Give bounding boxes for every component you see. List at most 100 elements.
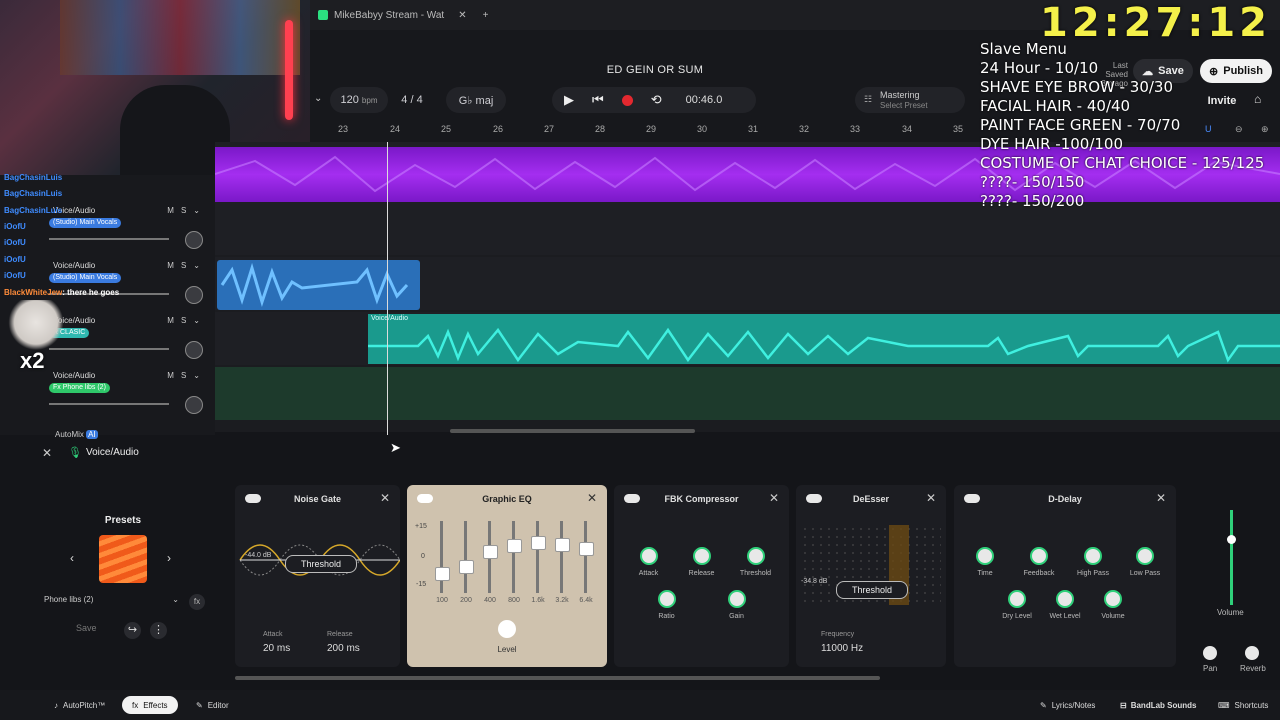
d-delay-card[interactable]: D-Delay ✕ Time Feedback High Pass Low Pa… <box>954 485 1176 667</box>
collapse-chevron-icon[interactable]: ⌄ <box>314 93 322 104</box>
ruler-mark: 25 <box>441 124 452 134</box>
noise-gate-card[interactable]: Noise Gate ✕ -44.0 dB Threshold Attack 2… <box>235 485 400 667</box>
time-signature[interactable]: 4 / 4 <box>394 87 430 113</box>
close-icon[interactable]: ✕ <box>380 491 390 505</box>
close-icon[interactable]: ✕ <box>926 491 936 505</box>
project-title[interactable]: ED GEIN OR SUM <box>560 64 750 76</box>
eq-band-handle[interactable] <box>531 535 546 550</box>
new-tab-button[interactable]: + <box>483 10 489 21</box>
ruler-mark: 31 <box>748 124 759 134</box>
effects-button[interactable]: fx Effects <box>122 696 178 714</box>
eq-band-slider[interactable] <box>536 521 539 593</box>
autopitch-button[interactable]: ♪ AutoPitch™ <box>44 696 115 714</box>
eq-band-label: 3.2k <box>555 597 569 604</box>
automix-row[interactable]: AutoMix AI <box>55 430 98 439</box>
release-value[interactable]: 200 ms <box>327 643 360 654</box>
tab-close-icon[interactable]: ✕ <box>458 10 466 21</box>
next-preset-icon[interactable]: › <box>167 551 171 565</box>
loop-icon[interactable]: ⟲ <box>651 92 662 108</box>
chat-message: BagChasinLuis <box>4 173 62 182</box>
eq-band-slider[interactable] <box>440 521 443 593</box>
shortcuts-button[interactable]: ⌨ Shortcuts <box>1208 696 1278 714</box>
eq-band-handle[interactable] <box>435 566 450 581</box>
knob-label: Low Pass <box>1129 570 1161 577</box>
solo-button[interactable]: S <box>181 371 193 380</box>
audio-region-green[interactable] <box>215 367 1280 420</box>
record-button[interactable] <box>621 94 633 106</box>
deesser-title: DeEsser <box>852 494 890 504</box>
preset-thumbnail[interactable] <box>99 535 147 583</box>
more-icon[interactable]: ⋮ <box>150 622 167 639</box>
low-pass-knob[interactable]: Low Pass <box>1034 547 1256 577</box>
timeline-scrollbar[interactable] <box>450 429 695 433</box>
chat-overlay: BagChasinLuis BagChasinLuis BagChasinLui… <box>0 170 215 310</box>
chat-user: BlackWhiteJew <box>4 288 63 297</box>
fx-bypass-icon[interactable]: fx <box>189 594 205 610</box>
level-knob[interactable] <box>498 620 516 638</box>
frequency-value[interactable]: 11000 Hz <box>821 643 863 654</box>
audio-region-blue[interactable] <box>217 260 420 310</box>
track-name: Voice/Audio <box>53 371 96 380</box>
playhead[interactable] <box>387 142 388 435</box>
volume-knob[interactable]: Volume <box>1002 590 1224 620</box>
audio-region-teal[interactable]: Voice/Audio <box>368 314 1280 364</box>
solo-button[interactable]: S <box>181 316 193 325</box>
master-volume-handle[interactable] <box>1227 535 1236 544</box>
pan-knob[interactable] <box>1203 646 1217 660</box>
reverb-knob[interactable] <box>1245 646 1259 660</box>
eq-band-label: 400 <box>484 597 496 604</box>
pan-knob[interactable] <box>185 396 203 414</box>
close-icon[interactable]: ✕ <box>1156 491 1166 505</box>
chat-message: BagChasinLuis <box>4 189 62 198</box>
tempo-pill[interactable]: 120 bpm <box>330 87 388 113</box>
threshold-pill[interactable]: Threshold <box>836 581 908 599</box>
mute-button[interactable]: M <box>167 371 181 380</box>
preset-save-button[interactable]: Save <box>76 623 97 633</box>
compressor-title: FBK Compressor <box>664 494 739 504</box>
track-header[interactable]: Voice/Audio MS⌄ Fx Phone libs (2) <box>35 368 213 421</box>
key-selector[interactable]: G♭ maj <box>446 87 506 113</box>
eq-band-handle[interactable] <box>483 545 498 560</box>
threshold-pill[interactable]: Threshold <box>285 555 357 573</box>
close-icon[interactable]: ✕ <box>769 491 779 505</box>
volume-slider[interactable] <box>49 348 169 350</box>
attack-value[interactable]: 20 ms <box>263 643 290 654</box>
mastering-selector[interactable]: ☷ Mastering Select Preset <box>855 87 965 113</box>
presets-section: Presets ‹ › Phone libs (2) ⌄ fx Save ↪ ⋮ <box>40 485 210 667</box>
fbk-compressor-card[interactable]: FBK Compressor ✕ Attack Release Threshol… <box>614 485 789 667</box>
share-icon[interactable]: ↪ <box>124 622 141 639</box>
editor-button[interactable]: ✎ Editor <box>186 696 239 714</box>
mute-solo-buttons[interactable]: MS⌄ <box>167 371 207 380</box>
prev-preset-icon[interactable]: ‹ <box>70 551 74 565</box>
play-icon[interactable]: ▶ <box>564 92 574 108</box>
sounds-button[interactable]: ⊟ BandLab Sounds <box>1110 696 1206 714</box>
eq-band-handle[interactable] <box>459 559 474 574</box>
close-icon[interactable]: ✕ <box>587 491 597 505</box>
tempo-unit: bpm <box>361 95 378 105</box>
effects-track-title: Voice/Audio <box>86 447 139 458</box>
preset-dropdown[interactable]: Phone libs (2) ⌄ <box>44 595 179 611</box>
graphic-eq-title: Graphic EQ <box>482 494 532 504</box>
master-volume-fader[interactable] <box>1230 510 1233 605</box>
lyrics-button[interactable]: ✎ Lyrics/Notes <box>1030 696 1105 714</box>
effects-label: Effects <box>143 700 168 710</box>
skip-back-icon[interactable]: ⏮ <box>592 92 604 108</box>
eq-band-slider[interactable] <box>464 521 467 593</box>
eq-band-slider[interactable] <box>512 521 515 593</box>
close-panel-icon[interactable]: ✕ <box>42 446 52 460</box>
mute-solo-buttons[interactable]: MS⌄ <box>167 316 207 325</box>
pan-knob[interactable] <box>185 341 203 359</box>
mastering-icon: ☷ <box>864 94 873 104</box>
pan-label: Pan <box>1203 664 1218 673</box>
eq-band-handle[interactable] <box>507 539 522 554</box>
slave-menu-item: SHAVE EYE BROW - 30/30 <box>980 78 1174 96</box>
fx-preset-badge[interactable]: Fx Phone libs (2) <box>49 383 110 393</box>
bandlab-icon: ⊟ <box>1120 700 1127 710</box>
volume-slider[interactable] <box>49 403 169 405</box>
ruler-mark: 24 <box>390 124 401 134</box>
mouse-cursor: ➤ <box>390 440 401 455</box>
browser-tab[interactable]: MikeBabyy Stream - Wat ✕ + <box>318 6 488 24</box>
mute-button[interactable]: M <box>167 316 181 325</box>
waveform <box>220 262 409 308</box>
effects-scrollbar[interactable] <box>235 676 880 680</box>
